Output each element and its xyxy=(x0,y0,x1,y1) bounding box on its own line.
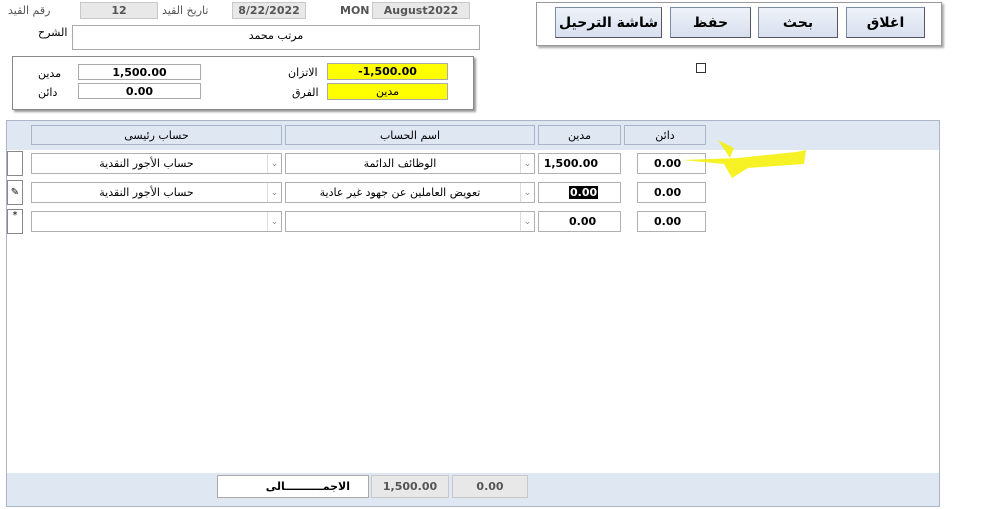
column-header-account-name: اسم الحساب xyxy=(285,125,535,145)
chevron-down-icon[interactable]: ⌄ xyxy=(520,154,534,173)
period-field[interactable]: August2022 xyxy=(372,2,470,19)
debit-total-field: 1,500.00 xyxy=(78,64,201,80)
chevron-down-icon[interactable]: ⌄ xyxy=(520,212,534,231)
column-header-main-account: حساب رئيسى xyxy=(31,125,282,145)
entry-date-field[interactable]: 8/22/2022 xyxy=(232,2,306,19)
day-label: MON xyxy=(340,4,370,17)
credit-cell[interactable]: 0.00 xyxy=(637,182,706,203)
total-credit-field: 0.00 xyxy=(452,475,528,498)
column-header-debit: مدين xyxy=(538,125,621,145)
total-debit-field: 1,500.00 xyxy=(371,475,449,498)
checkbox[interactable] xyxy=(696,63,706,73)
posting-screen-button[interactable]: شاشة الترحيل xyxy=(555,7,662,38)
description-label: الشرح xyxy=(38,26,68,39)
row-selector-edit[interactable]: ✎ xyxy=(7,180,23,205)
chevron-down-icon[interactable]: ⌄ xyxy=(267,154,281,173)
main-account-cell[interactable]: ⌄ xyxy=(31,211,282,232)
credit-total-label: دائن xyxy=(38,86,58,99)
chevron-down-icon[interactable]: ⌄ xyxy=(267,212,281,231)
row-selector[interactable] xyxy=(7,151,23,176)
chevron-down-icon[interactable]: ⌄ xyxy=(520,183,534,202)
total-label: الاجمــــــــــالى xyxy=(217,475,369,498)
description-field[interactable]: مرتب محمد xyxy=(72,25,480,50)
entry-no-field[interactable]: 12 xyxy=(80,2,158,19)
account-name-cell[interactable]: تعويض العاملين عن جهود غير عادية ⌄ xyxy=(285,182,535,203)
debit-cell[interactable]: 0.00 xyxy=(538,211,621,232)
main-account-cell[interactable]: حساب الأجور النقدية ⌄ xyxy=(31,182,282,203)
credit-total-field: 0.00 xyxy=(78,83,201,99)
debit-cell[interactable]: 1,500.00 xyxy=(538,153,621,174)
debit-selected-text: 0.00 xyxy=(569,186,599,199)
main-account-value: حساب الأجور النقدية xyxy=(99,157,194,170)
balance-label: الاتزان xyxy=(288,66,318,79)
difference-label: الفرق xyxy=(292,86,319,99)
credit-cell[interactable]: 0.00 xyxy=(637,211,706,232)
balance-field: -1,500.00 xyxy=(327,63,448,80)
main-account-cell[interactable]: حساب الأجور النقدية ⌄ xyxy=(31,153,282,174)
highlight-arrow-annotation xyxy=(682,140,806,178)
account-name-value: الوظائف الدائمة xyxy=(363,157,437,170)
entry-date-label: تاريخ القيد xyxy=(162,4,209,17)
row-selector-new[interactable]: * xyxy=(7,209,23,234)
difference-field: مدين xyxy=(327,83,448,100)
account-name-cell[interactable]: ⌄ xyxy=(285,211,535,232)
save-button[interactable]: حفظ xyxy=(670,7,751,38)
entry-no-label: رقم القيد xyxy=(8,4,51,17)
account-name-value: تعويض العاملين عن جهود غير عادية xyxy=(319,186,481,199)
account-name-cell[interactable]: الوظائف الدائمة ⌄ xyxy=(285,153,535,174)
chevron-down-icon[interactable]: ⌄ xyxy=(267,183,281,202)
debit-cell-active[interactable]: 0.00 xyxy=(538,182,621,203)
main-account-value: حساب الأجور النقدية xyxy=(99,186,194,199)
search-button[interactable]: بحث xyxy=(758,7,838,38)
close-button[interactable]: اغلاق xyxy=(846,7,925,38)
debit-total-label: مدين xyxy=(38,67,62,80)
